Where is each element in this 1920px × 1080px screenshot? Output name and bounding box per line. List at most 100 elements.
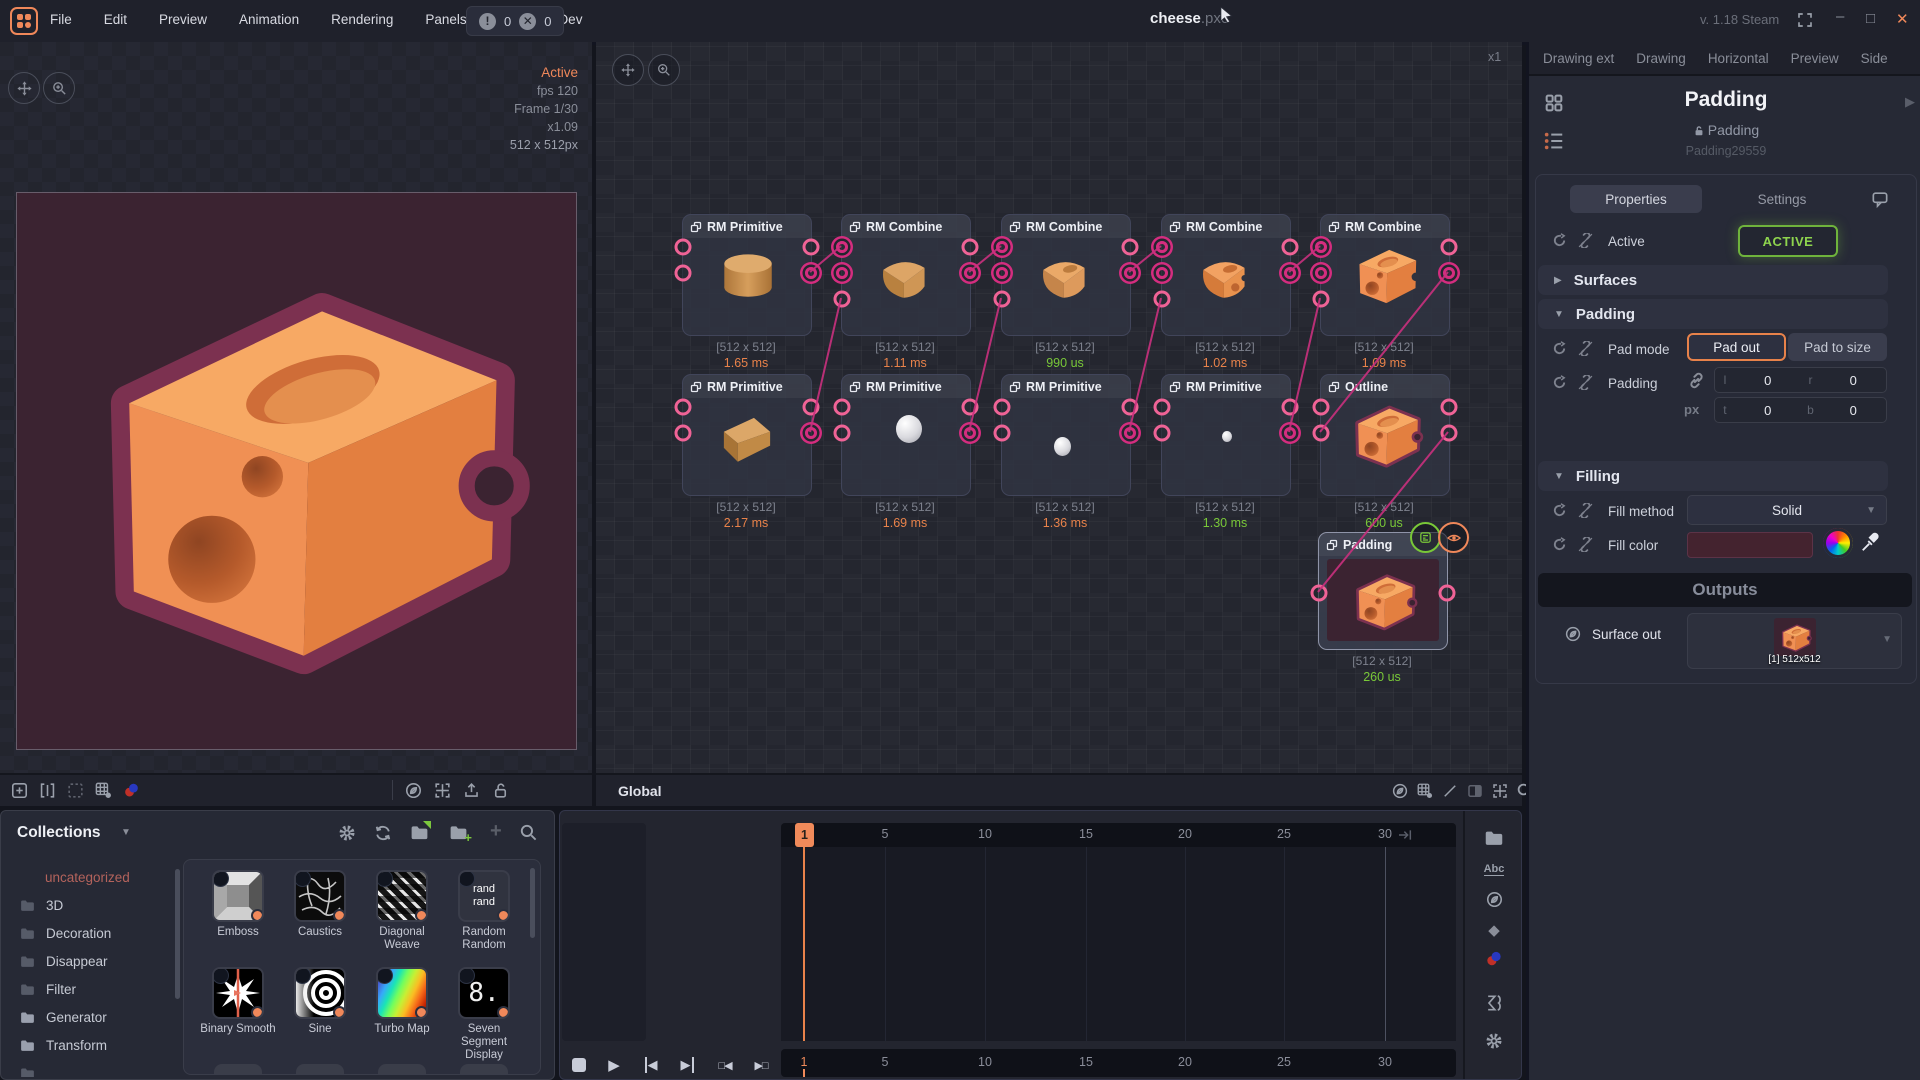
- fullscreen-icon[interactable]: [1796, 11, 1814, 29]
- padding-right-value[interactable]: 0: [1820, 373, 1886, 388]
- input-port[interactable]: [994, 291, 1011, 308]
- output-port[interactable]: [1284, 267, 1296, 279]
- collection-item-binary-smooth[interactable]: Binary Smooth: [198, 967, 278, 1036]
- input-port[interactable]: [996, 241, 1008, 253]
- folder-decoration[interactable]: Decoration: [1, 919, 177, 947]
- open-folder-icon[interactable]: [409, 822, 430, 843]
- collection-item-turbo-map[interactable]: Turbo Map: [362, 967, 442, 1036]
- padding-tb-input[interactable]: t0 b0: [1714, 397, 1887, 423]
- folder-3d[interactable]: 3D: [1, 891, 177, 919]
- collection-item-emboss[interactable]: Emboss: [198, 870, 278, 939]
- reset-icon[interactable]: [1552, 341, 1567, 356]
- tab-horizontal[interactable]: Horizontal: [1708, 51, 1769, 66]
- input-port[interactable]: [836, 267, 848, 279]
- render-toggle-icon[interactable]: [1410, 522, 1441, 553]
- folder-generator[interactable]: Generator: [1, 1003, 177, 1031]
- section-filling[interactable]: ▼Filling: [1538, 461, 1888, 491]
- output-port[interactable]: [962, 399, 979, 416]
- split-view-icon[interactable]: [38, 781, 57, 800]
- maximize-button[interactable]: □: [1866, 10, 1875, 27]
- node-rm-combine-4[interactable]: RM Combine [512 x 512]1.09 ms: [1320, 214, 1448, 336]
- reset-icon[interactable]: [1552, 503, 1567, 518]
- clipped-thumb[interactable]: [214, 1064, 262, 1075]
- folder-uncategorized[interactable]: uncategorized: [1, 863, 177, 891]
- center-graph-icon[interactable]: [1491, 782, 1509, 800]
- input-port[interactable]: [996, 267, 1008, 279]
- input-port[interactable]: [675, 239, 692, 256]
- graph-zoom-button[interactable]: [648, 54, 680, 86]
- collection-item-random-random[interactable]: randrand Random Random: [444, 870, 524, 952]
- draw-overlay-icon[interactable]: [404, 781, 423, 800]
- input-port[interactable]: [1154, 425, 1171, 442]
- collections-settings-icon[interactable]: [337, 823, 357, 843]
- input-port[interactable]: [1156, 241, 1168, 253]
- reset-icon[interactable]: [1552, 537, 1567, 552]
- collection-item-caustics[interactable]: Caustics: [280, 870, 360, 939]
- refresh-icon[interactable]: [373, 823, 393, 843]
- input-port[interactable]: [1313, 399, 1330, 416]
- folder-filter[interactable]: Filter: [1, 975, 177, 1003]
- output-port[interactable]: [1441, 425, 1458, 442]
- padding-lr-input[interactable]: l0 r0: [1714, 367, 1887, 393]
- tab-settings[interactable]: Settings: [1702, 185, 1862, 213]
- folder-clipped[interactable]: [1, 1059, 177, 1077]
- output-port[interactable]: [1124, 267, 1136, 279]
- padding-left-value[interactable]: 0: [1735, 373, 1801, 388]
- output-port[interactable]: [1282, 239, 1299, 256]
- output-port[interactable]: [803, 239, 820, 256]
- output-port[interactable]: [803, 399, 820, 416]
- input-port[interactable]: [1315, 241, 1327, 253]
- pad-to-size-button[interactable]: Pad to size: [1788, 333, 1887, 361]
- next-keyframe-button[interactable]: ▶□: [746, 1055, 776, 1075]
- input-port[interactable]: [834, 425, 851, 442]
- node-rm-primitive-prism[interactable]: RM Primitive [512 x 512]2.17 ms: [682, 374, 810, 496]
- tab-preview[interactable]: Preview: [1791, 51, 1839, 66]
- global-timeline-ruler[interactable]: 1 5 10 15 20 25 30: [781, 1049, 1456, 1077]
- app-logo-icon[interactable]: [10, 7, 38, 35]
- output-port[interactable]: [1124, 427, 1136, 439]
- output-port[interactable]: [964, 267, 976, 279]
- preview-pan-button[interactable]: [8, 72, 40, 104]
- input-port[interactable]: [1154, 291, 1171, 308]
- prev-keyframe-button[interactable]: □◀: [710, 1055, 740, 1075]
- section-surfaces[interactable]: ▶Surfaces: [1538, 265, 1888, 295]
- node-rm-combine-2[interactable]: RM Combine [512 x 512]990 us: [1001, 214, 1129, 336]
- unlink-icon[interactable]: [1578, 537, 1593, 552]
- output-port[interactable]: [1441, 399, 1458, 416]
- search-collections-icon[interactable]: [519, 823, 538, 842]
- menu-file[interactable]: File: [46, 12, 76, 27]
- link-values-icon[interactable]: [1688, 372, 1705, 389]
- clipped-thumb[interactable]: [378, 1064, 426, 1075]
- collection-item-seven-segment[interactable]: 8. Seven Segment Display: [444, 967, 524, 1062]
- collapse-inspector-icon[interactable]: ▶: [1905, 94, 1915, 110]
- input-port[interactable]: [1311, 585, 1328, 602]
- output-port[interactable]: [1441, 239, 1458, 256]
- lock-preview-icon[interactable]: [491, 781, 510, 800]
- center-canvas-icon[interactable]: [433, 781, 452, 800]
- add-item-icon[interactable]: +: [490, 820, 502, 843]
- reset-icon[interactable]: [1552, 233, 1567, 248]
- menu-panels[interactable]: Panels: [421, 12, 470, 27]
- input-port[interactable]: [1156, 267, 1168, 279]
- input-port[interactable]: [1154, 399, 1171, 416]
- grid-scrollbar[interactable]: [530, 868, 535, 938]
- input-port[interactable]: [834, 399, 851, 416]
- menu-animation[interactable]: Animation: [235, 12, 303, 27]
- output-port[interactable]: [964, 427, 976, 439]
- node-graph-panel[interactable]: x1 RM Primitive [512 x 512]1.65 ms RM Co…: [596, 42, 1522, 806]
- reset-icon[interactable]: [1552, 375, 1567, 390]
- node-outline[interactable]: Outline [512 x 512]600 us: [1320, 374, 1448, 496]
- input-port[interactable]: [836, 241, 848, 253]
- node-rm-primitive-sphere-1[interactable]: RM Primitive [512 x 512]1.69 ms: [841, 374, 969, 496]
- pad-out-button[interactable]: Pad out: [1687, 333, 1786, 361]
- fill-method-dropdown[interactable]: Solid ▼: [1687, 495, 1887, 525]
- text-tool-icon[interactable]: Abc: [1484, 863, 1505, 876]
- new-canvas-icon[interactable]: [10, 781, 29, 800]
- current-frame-marker[interactable]: 1: [795, 823, 814, 847]
- playhead[interactable]: [803, 847, 805, 1041]
- menu-preview[interactable]: Preview: [155, 12, 211, 27]
- selection-frame-icon[interactable]: [66, 781, 85, 800]
- node-rm-primitive-sphere-2[interactable]: RM Primitive [512 x 512]1.36 ms: [1001, 374, 1129, 496]
- anaglyph-icon[interactable]: [1484, 949, 1504, 969]
- preview-eye-icon[interactable]: [1438, 522, 1469, 553]
